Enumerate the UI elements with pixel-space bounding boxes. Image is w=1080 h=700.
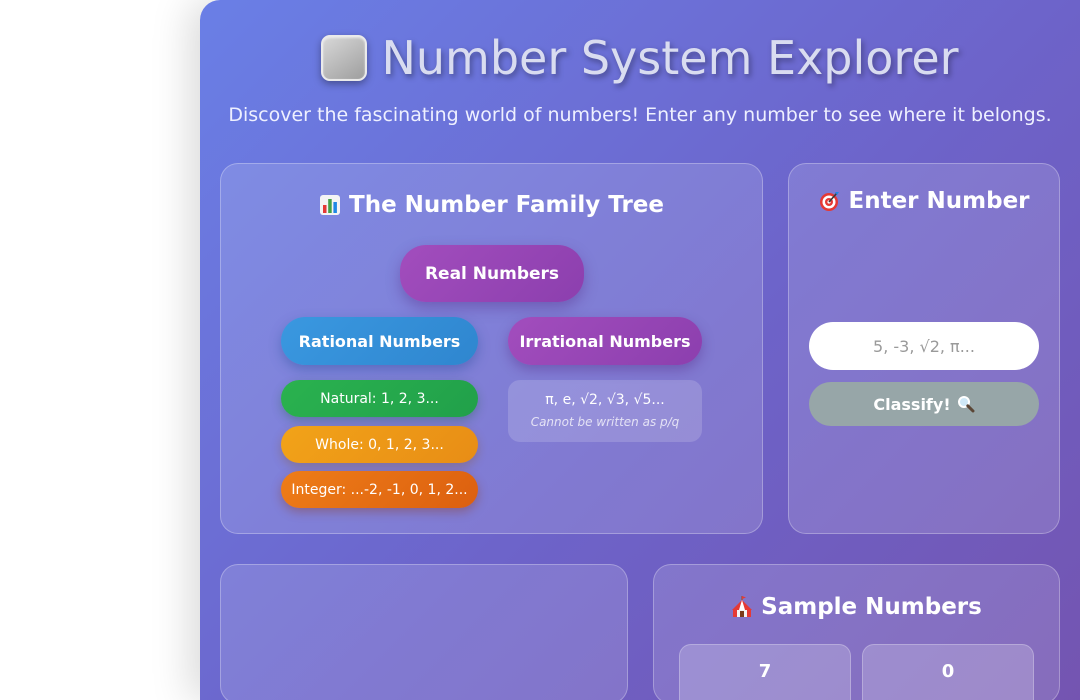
tree-heading-text: The Number Family Tree <box>349 192 664 218</box>
tree-heading: The Number Family Tree <box>221 192 762 218</box>
irrational-note: Cannot be written as p/q <box>530 415 680 429</box>
enter-number-panel: Enter Number Classify! <box>788 163 1060 534</box>
header: Number System Explorer <box>200 28 1080 88</box>
classify-button[interactable]: Classify! <box>809 382 1039 426</box>
number-input[interactable] <box>809 322 1039 370</box>
target-icon <box>820 192 840 211</box>
real-numbers-node[interactable]: Real Numbers <box>400 245 584 302</box>
result-panel <box>220 564 628 700</box>
rational-numbers-node[interactable]: Rational Numbers <box>281 317 478 365</box>
number-family-tree-panel: The Number Family Tree Real Numbers Rati… <box>220 163 763 534</box>
page-title: Number System Explorer <box>381 31 959 85</box>
irrational-examples-box: π, e, √2, √3, √5... Cannot be written as… <box>508 380 702 442</box>
classify-button-label: Classify! <box>873 394 951 414</box>
gray-square-icon <box>321 35 368 81</box>
enter-number-heading: Enter Number <box>789 188 1059 214</box>
app-container: Number System Explorer Discover the fasc… <box>200 0 1080 700</box>
sample-numbers-heading-text: Sample Numbers <box>761 594 982 620</box>
irrational-numbers-node[interactable]: Irrational Numbers <box>508 317 702 365</box>
natural-numbers-node[interactable]: Natural: 1, 2, 3... <box>281 380 478 417</box>
page-subtitle: Discover the fascinating world of number… <box>228 104 1052 126</box>
sample-numbers-panel: Sample Numbers 7 0 <box>653 564 1060 700</box>
enter-number-heading-text: Enter Number <box>848 188 1030 214</box>
circus-tent-icon <box>732 596 753 617</box>
irrational-examples: π, e, √2, √3, √5... <box>545 392 665 408</box>
magnifier-icon <box>957 396 975 413</box>
sample-numbers-heading: Sample Numbers <box>654 594 1059 620</box>
whole-numbers-node[interactable]: Whole: 0, 1, 2, 3... <box>281 426 478 463</box>
bar-chart-icon <box>320 195 340 215</box>
integer-numbers-node[interactable]: Integer: ...-2, -1, 0, 1, 2... <box>281 471 478 508</box>
sample-card[interactable]: 7 <box>679 644 851 700</box>
sample-card[interactable]: 0 <box>862 644 1034 700</box>
